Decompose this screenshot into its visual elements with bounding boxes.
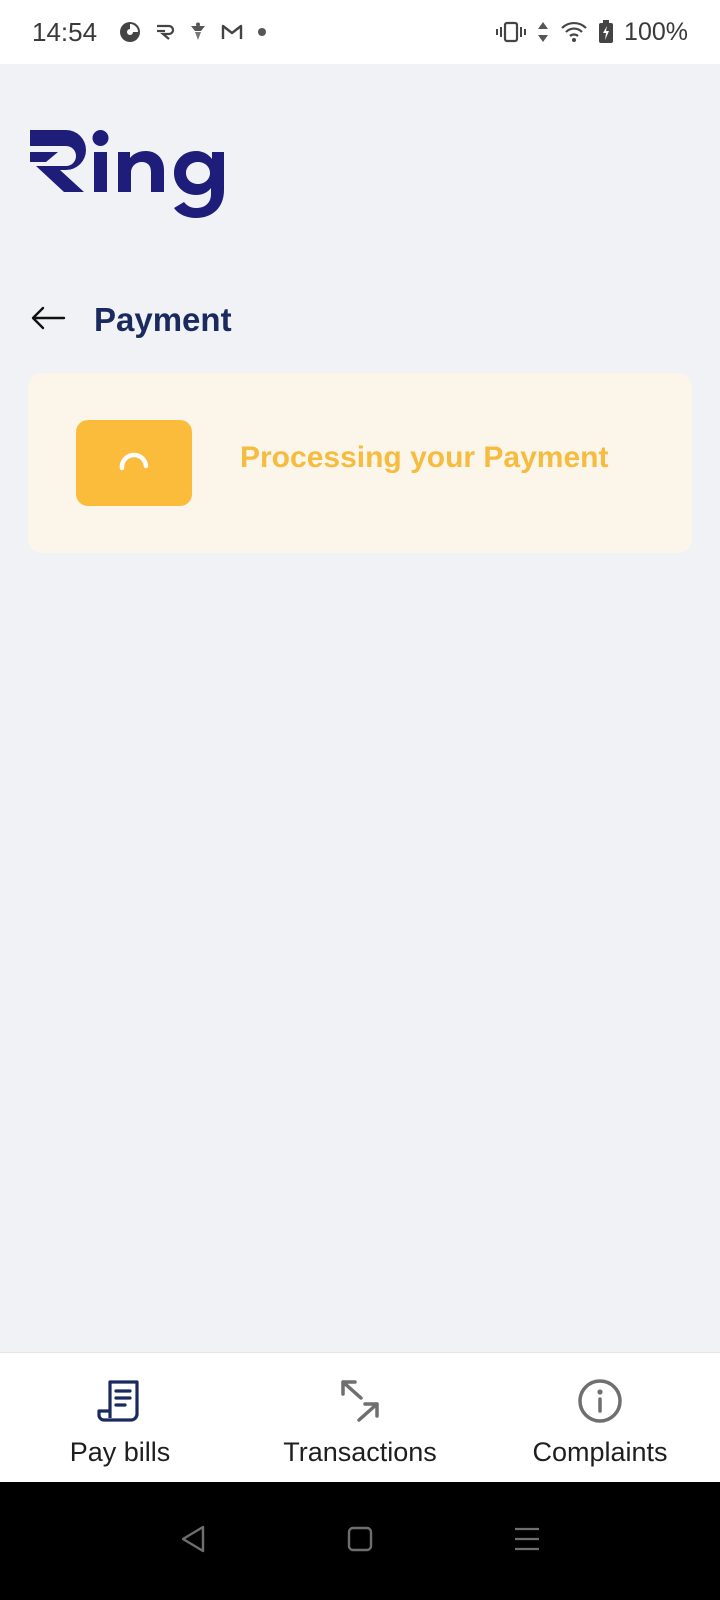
nav-label: Pay bills bbox=[69, 1437, 171, 1467]
system-status-icons: 100% bbox=[496, 18, 688, 47]
vpn-icon bbox=[189, 22, 207, 42]
pie-chart-icon bbox=[119, 21, 141, 43]
system-back-button[interactable] bbox=[163, 1511, 223, 1571]
nav-label: Complaints bbox=[532, 1437, 668, 1467]
processing-card: Processing your Payment bbox=[28, 373, 692, 553]
battery-charging-icon bbox=[598, 20, 614, 44]
nav-item-transactions[interactable]: Transactions bbox=[240, 1353, 480, 1483]
page-title: Payment bbox=[94, 301, 232, 338]
gmail-icon bbox=[221, 23, 243, 41]
processing-message: Processing your Payment bbox=[240, 441, 609, 474]
bottom-nav: Pay bills Transactions Complaints bbox=[0, 1352, 720, 1483]
dot-icon bbox=[257, 27, 267, 37]
nav-item-complaints[interactable]: Complaints bbox=[480, 1353, 720, 1483]
vibrate-icon bbox=[496, 21, 527, 43]
ring-app-icon bbox=[155, 23, 175, 41]
back-triangle-icon bbox=[179, 1524, 207, 1559]
page-header: Payment bbox=[30, 290, 232, 350]
battery-percent: 100% bbox=[624, 17, 688, 46]
home-square-icon bbox=[347, 1526, 373, 1557]
wifi-icon bbox=[560, 21, 588, 43]
nav-label: Transactions bbox=[283, 1437, 437, 1467]
system-home-button[interactable] bbox=[330, 1511, 390, 1571]
notification-icons bbox=[119, 21, 267, 43]
transfer-arrows-icon bbox=[337, 1375, 383, 1427]
data-arrows-icon bbox=[536, 20, 550, 44]
ring-logo bbox=[28, 128, 228, 220]
info-circle-icon bbox=[576, 1375, 624, 1427]
menu-lines-icon bbox=[513, 1526, 541, 1557]
arrow-left-icon bbox=[30, 306, 66, 335]
back-button[interactable] bbox=[30, 297, 76, 343]
status-time: 14:54 bbox=[32, 16, 98, 47]
spinner-box bbox=[76, 420, 192, 506]
status-bar: 14:54 100% bbox=[0, 0, 720, 64]
system-nav-bar bbox=[0, 1482, 720, 1600]
system-menu-button[interactable] bbox=[497, 1511, 557, 1571]
nav-item-pay-bills[interactable]: Pay bills bbox=[0, 1353, 240, 1483]
receipt-icon bbox=[97, 1375, 143, 1427]
